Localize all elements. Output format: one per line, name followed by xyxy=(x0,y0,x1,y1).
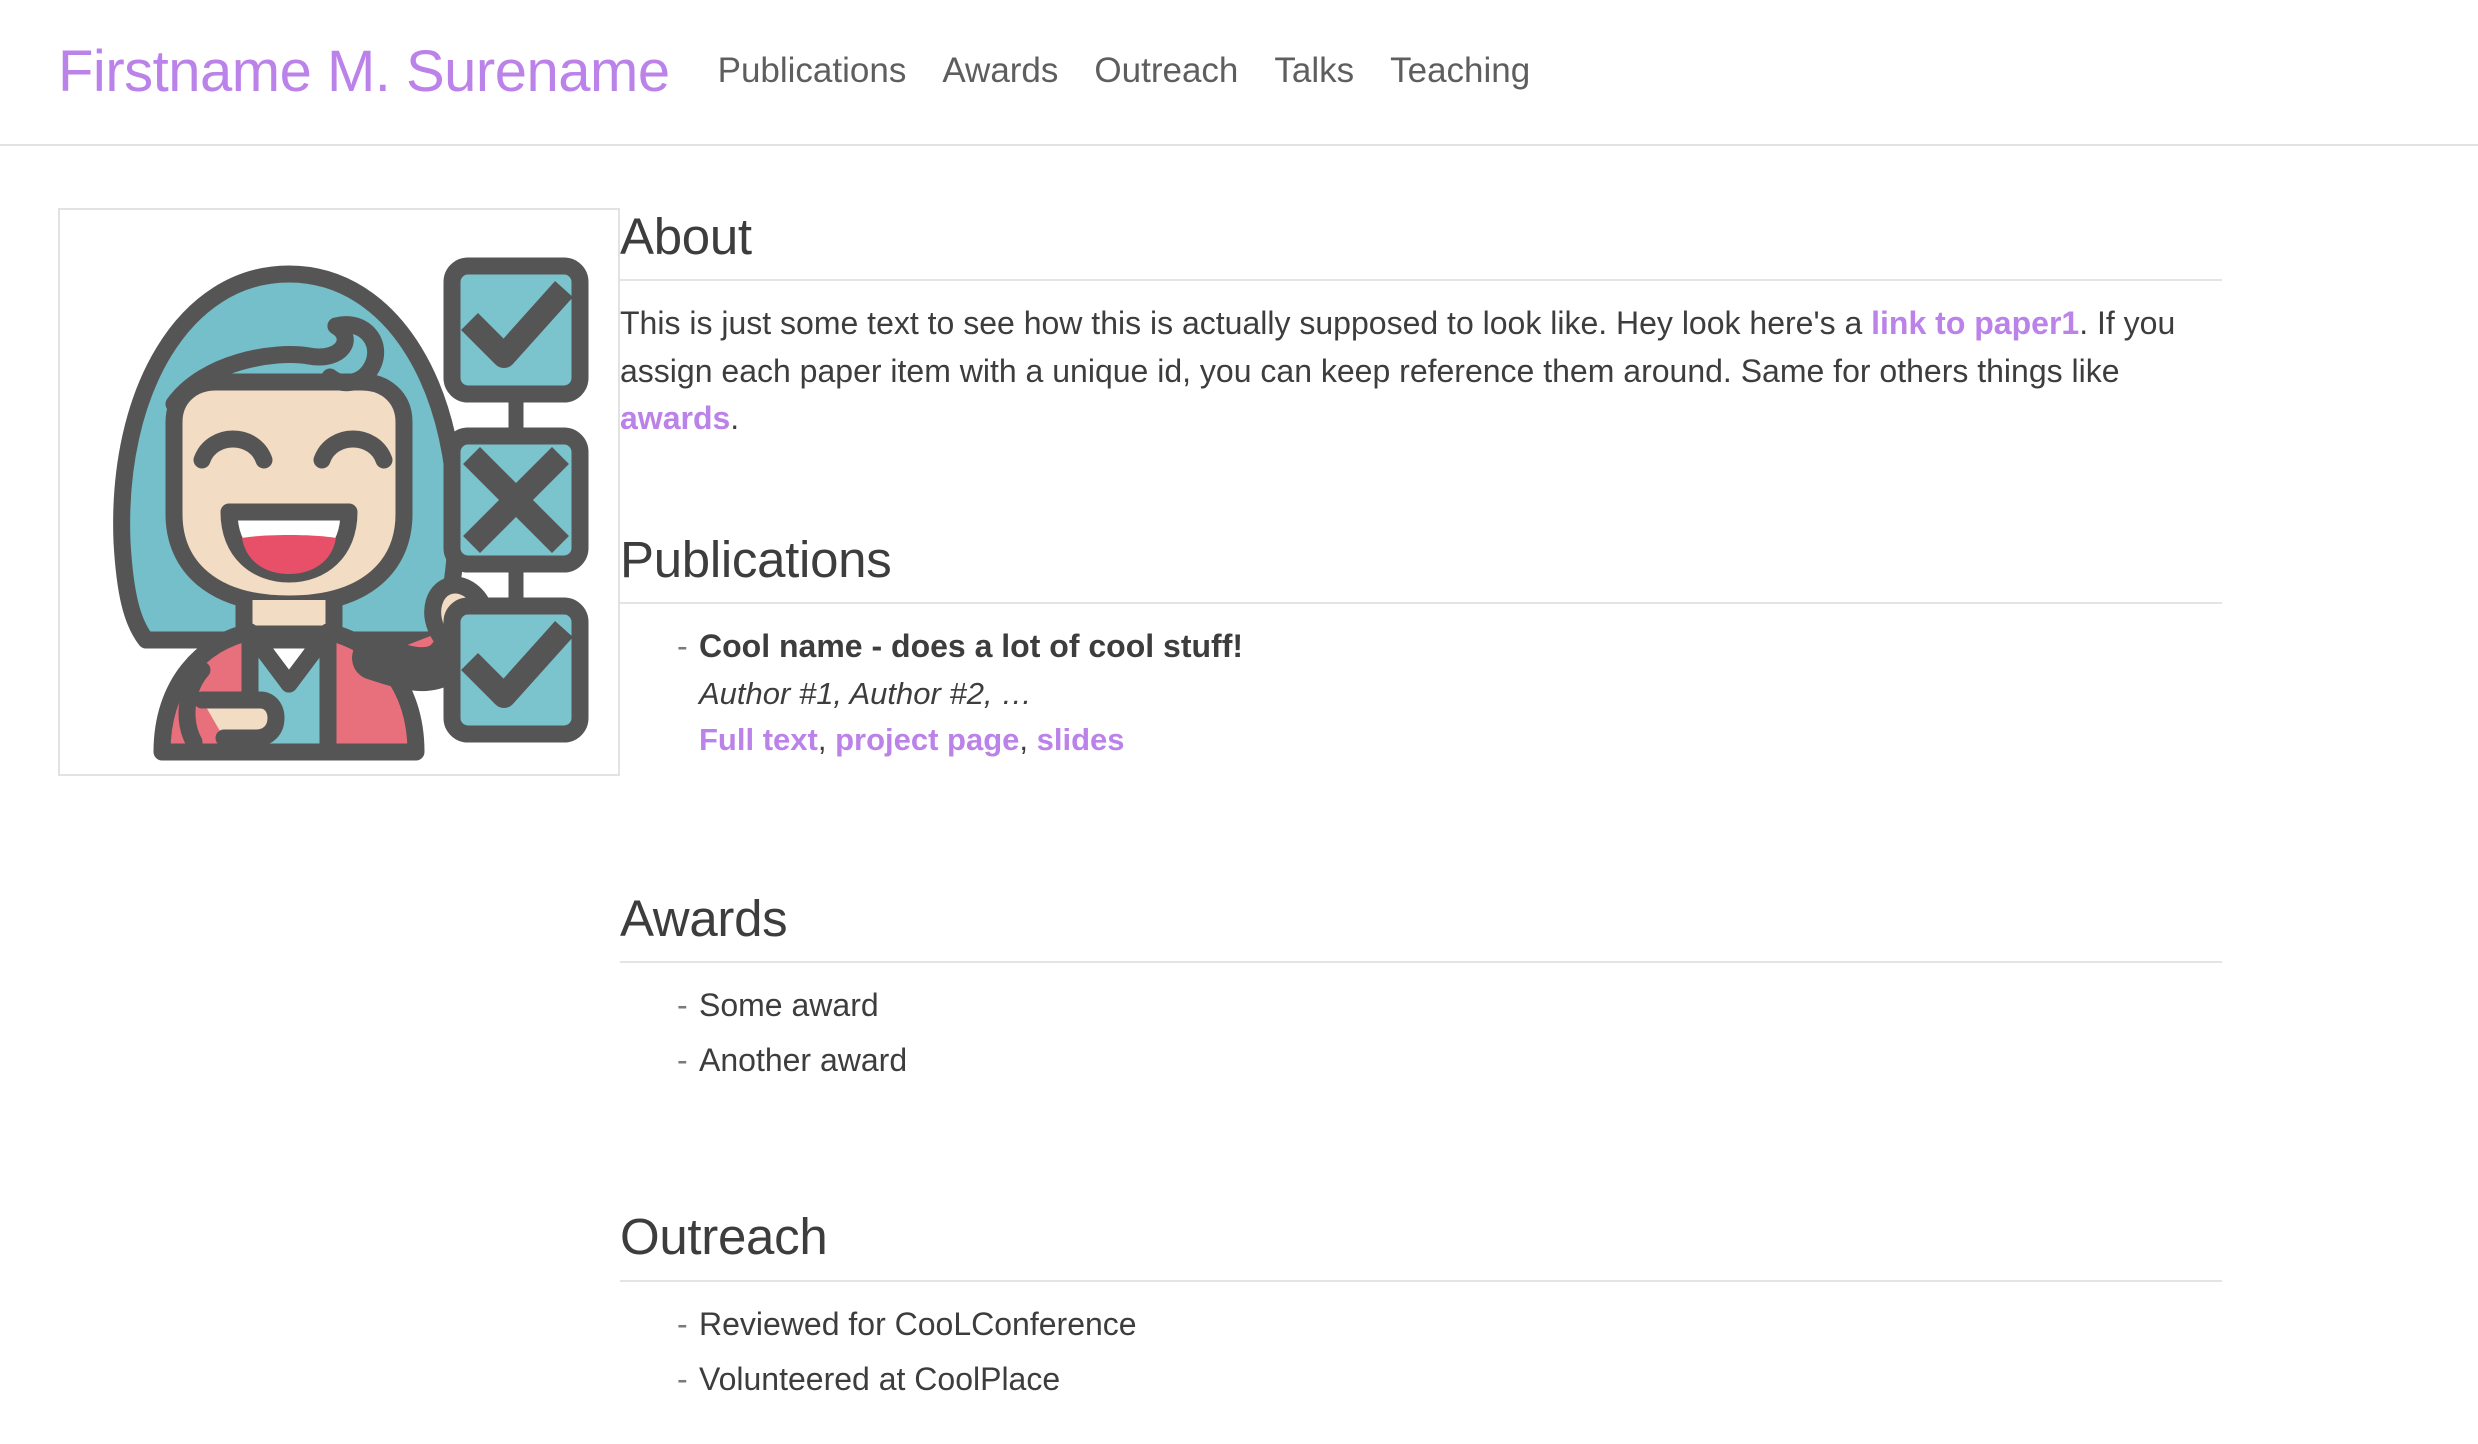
outreach-rule xyxy=(620,1279,2222,1282)
content-column: About This is just some text to see how … xyxy=(620,208,2478,1411)
spacer-awards xyxy=(620,1092,2222,1208)
link-to-awards[interactable]: awards xyxy=(620,400,730,436)
main-navigation: Publications Awards Outreach Talks Teach… xyxy=(718,51,1531,93)
publications-rule xyxy=(620,602,2222,605)
awards-list: Some award Another award xyxy=(620,982,2222,1085)
spacer-about xyxy=(620,443,2222,531)
publications-heading: Publications xyxy=(620,531,892,589)
avatar-column xyxy=(0,208,620,776)
nav-item-talks[interactable]: Talks xyxy=(1274,51,1354,91)
publication-title: Cool name - does a lot of cool stuff! xyxy=(699,628,1243,665)
section-publications: Publications Cool name - does a lot of c… xyxy=(620,531,2222,763)
avatar-frame xyxy=(58,208,620,776)
list-item: Some award xyxy=(677,982,2222,1030)
site-title[interactable]: Firstname M. Surename xyxy=(58,43,670,101)
nav-item-publications[interactable]: Publications xyxy=(718,51,907,91)
page-body: About This is just some text to see how … xyxy=(0,146,2478,1411)
publication-link-full-text[interactable]: Full text xyxy=(699,722,818,757)
about-text-part3: . xyxy=(730,400,740,437)
awards-heading: Awards xyxy=(620,889,788,947)
section-about: About This is just some text to see how … xyxy=(620,208,2222,443)
list-item: Cool name - does a lot of cool stuff! Au… xyxy=(677,623,2222,763)
publication-authors: Author #1, Author #2, … xyxy=(699,675,1033,711)
link-separator-1: , xyxy=(817,722,836,758)
publication-link-project-page[interactable]: project page xyxy=(835,722,1019,757)
outreach-list: Reviewed for CooLConference Volunteered … xyxy=(620,1301,2222,1404)
publication-links: Full text, project page, slides xyxy=(699,717,2222,764)
publication-link-slides[interactable]: slides xyxy=(1037,722,1125,757)
section-outreach: Outreach Reviewed for CooLConference Vol… xyxy=(620,1208,2222,1404)
list-item: Another award xyxy=(677,1037,2222,1085)
nav-item-teaching[interactable]: Teaching xyxy=(1390,51,1530,91)
link-separator-2: , xyxy=(1019,722,1037,758)
list-item: Reviewed for CooLConference xyxy=(677,1301,2222,1349)
nav-item-outreach[interactable]: Outreach xyxy=(1094,51,1238,91)
spacer-publications xyxy=(620,772,2222,890)
about-body: This is just some text to see how this i… xyxy=(620,300,2222,443)
link-to-paper1[interactable]: link to paper1 xyxy=(1871,305,2079,341)
profile-illustration xyxy=(113,257,589,761)
about-rule xyxy=(620,279,2222,282)
section-awards: Awards Some award Another award xyxy=(620,890,2222,1085)
publications-list: Cool name - does a lot of cool stuff! Au… xyxy=(620,623,2222,763)
about-paragraph: This is just some text to see how this i… xyxy=(620,300,2198,443)
outreach-heading: Outreach xyxy=(620,1208,828,1266)
site-header: Firstname M. Surename Publications Award… xyxy=(0,0,2478,146)
outreach-body: Reviewed for CooLConference Volunteered … xyxy=(620,1301,2222,1404)
publications-body: Cool name - does a lot of cool stuff! Au… xyxy=(620,623,2222,763)
about-text-part1: This is just some text to see how this i… xyxy=(620,305,1872,342)
nav-item-awards[interactable]: Awards xyxy=(942,51,1058,91)
about-heading: About xyxy=(620,208,752,265)
awards-rule xyxy=(620,960,2222,963)
awards-body: Some award Another award xyxy=(620,982,2222,1085)
list-item: Volunteered at CoolPlace xyxy=(677,1356,2222,1404)
